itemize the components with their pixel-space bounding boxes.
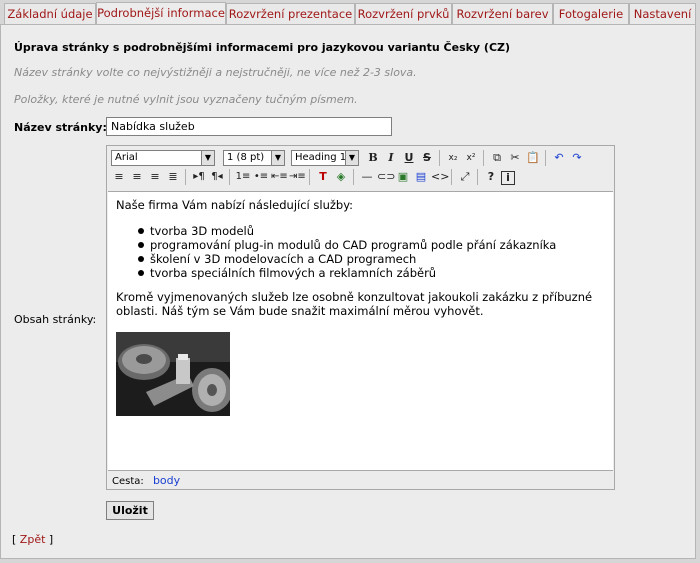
services-list: tvorba 3D modelů programování plug-in mo… — [136, 224, 556, 280]
content-intro: Naše firma Vám nabízí následující služby… — [116, 198, 354, 212]
underline-icon[interactable]: U — [401, 150, 417, 166]
paste-icon[interactable]: 📋 — [525, 150, 541, 166]
list-item: školení v 3D modelovacích a CAD programe… — [136, 252, 556, 266]
font-family-value: Arial — [115, 152, 138, 163]
align-center-icon[interactable]: ≡ — [129, 169, 145, 185]
tab-colors-layout[interactable]: Rozvržení barev — [452, 3, 553, 24]
list-item: tvorba 3D modelů — [136, 224, 556, 238]
subscript-icon[interactable]: x₂ — [445, 150, 461, 166]
ordered-list-icon[interactable]: 1≡ — [235, 169, 251, 185]
horizontal-rule-icon[interactable]: — — [359, 169, 375, 185]
toolbar-separator — [451, 169, 452, 185]
indent-icon[interactable]: ⇥≡ — [289, 169, 306, 185]
path-body-link[interactable]: body — [153, 474, 180, 487]
chevron-down-icon: ▼ — [345, 151, 358, 165]
editor-path-bar: Cesta: body — [108, 472, 613, 489]
toolbar-separator — [229, 169, 230, 185]
page-name-label: Název stránky: — [14, 121, 107, 134]
tab-presentation-layout[interactable]: Rozvržení prezentace — [226, 3, 355, 24]
align-right-icon[interactable]: ≡ — [147, 169, 163, 185]
content-outro: Kromě vyjmenovaných služeb lze osobně ko… — [116, 290, 593, 318]
toolbar-separator — [309, 169, 310, 185]
page-name-input[interactable] — [106, 117, 392, 136]
required-hint: Položky, které je nutné vylnit jsou vyzn… — [14, 93, 358, 106]
table-icon[interactable]: ▤ — [413, 169, 429, 185]
back-link[interactable]: Zpět — [20, 533, 46, 546]
help-icon[interactable]: ? — [483, 169, 499, 185]
align-left-icon[interactable]: ≡ — [111, 169, 127, 185]
rtl-icon[interactable]: ¶◂ — [209, 169, 225, 185]
fullscreen-icon[interactable]: ⤢ — [457, 169, 473, 185]
path-label: Cesta: — [112, 476, 144, 487]
tab-basic-info[interactable]: Základní údaje — [4, 3, 96, 24]
italic-icon[interactable]: I — [383, 150, 399, 166]
format-select[interactable]: Heading 1 ▼ — [291, 150, 359, 166]
editor-content-area[interactable]: Naše firma Vám nabízí následující služby… — [108, 191, 613, 471]
image-icon[interactable]: ▣ — [395, 169, 411, 185]
content-image[interactable] — [116, 332, 230, 416]
toolbar-separator — [439, 150, 440, 166]
toolbar-separator — [545, 150, 546, 166]
align-justify-icon[interactable]: ≣ — [165, 169, 181, 185]
undo-icon[interactable]: ↶ — [551, 150, 567, 166]
tab-elements-layout[interactable]: Rozvržení prvků — [355, 3, 452, 24]
redo-icon[interactable]: ↷ — [569, 150, 585, 166]
copy-icon[interactable]: ⧉ — [489, 150, 505, 166]
page-content-label: Obsah stránky: — [14, 313, 97, 326]
toolbar-separator — [353, 169, 354, 185]
source-code-icon[interactable]: <> — [431, 169, 449, 185]
outdent-icon[interactable]: ⇤≡ — [271, 169, 288, 185]
tab-bar: Základní údaje Podrobnější informace Roz… — [0, 0, 700, 25]
toolbar-separator — [477, 169, 478, 185]
text-color-icon[interactable]: T — [315, 169, 331, 185]
link-icon[interactable]: ⊂⊃ — [377, 169, 395, 185]
title-hint: Název stránky volte co nejvýstižněji a n… — [14, 66, 417, 79]
font-family-select[interactable]: Arial ▼ — [111, 150, 215, 166]
back-link-wrapper: [ Zpět ] — [12, 533, 54, 546]
chevron-down-icon: ▼ — [201, 151, 214, 165]
ltr-icon[interactable]: ▸¶ — [191, 169, 207, 185]
background-color-icon[interactable]: ◈ — [333, 169, 349, 185]
page-title: Úprava stránky s podrobnějšími informace… — [14, 41, 511, 54]
cut-icon[interactable]: ✂ — [507, 150, 523, 166]
machine-photo-image — [116, 332, 230, 416]
unordered-list-icon[interactable]: •≡ — [253, 169, 269, 185]
superscript-icon[interactable]: x² — [463, 150, 479, 166]
toolbar-separator — [483, 150, 484, 166]
rich-text-editor: Arial ▼ 1 (8 pt) ▼ Heading 1 ▼ B I U S x₂ x… — [106, 145, 615, 490]
bold-icon[interactable]: B — [365, 150, 381, 166]
save-button[interactable]: Uložit — [106, 501, 154, 520]
toolbar-separator — [185, 169, 186, 185]
tab-photo-gallery[interactable]: Fotogalerie — [553, 3, 629, 24]
about-icon[interactable]: i — [501, 171, 515, 185]
list-item: programování plug-in modulů do CAD progr… — [136, 238, 556, 252]
chevron-down-icon: ▼ — [271, 151, 284, 165]
tab-details[interactable]: Podrobnější informace — [96, 2, 226, 25]
font-size-value: 1 (8 pt) — [227, 152, 265, 163]
font-size-select[interactable]: 1 (8 pt) ▼ — [223, 150, 285, 166]
strikethrough-icon[interactable]: S — [419, 150, 435, 166]
format-value: Heading 1 — [295, 152, 347, 163]
tab-settings[interactable]: Nastavení — [629, 3, 696, 24]
list-item: tvorba speciálních filmových a reklamníc… — [136, 266, 556, 280]
